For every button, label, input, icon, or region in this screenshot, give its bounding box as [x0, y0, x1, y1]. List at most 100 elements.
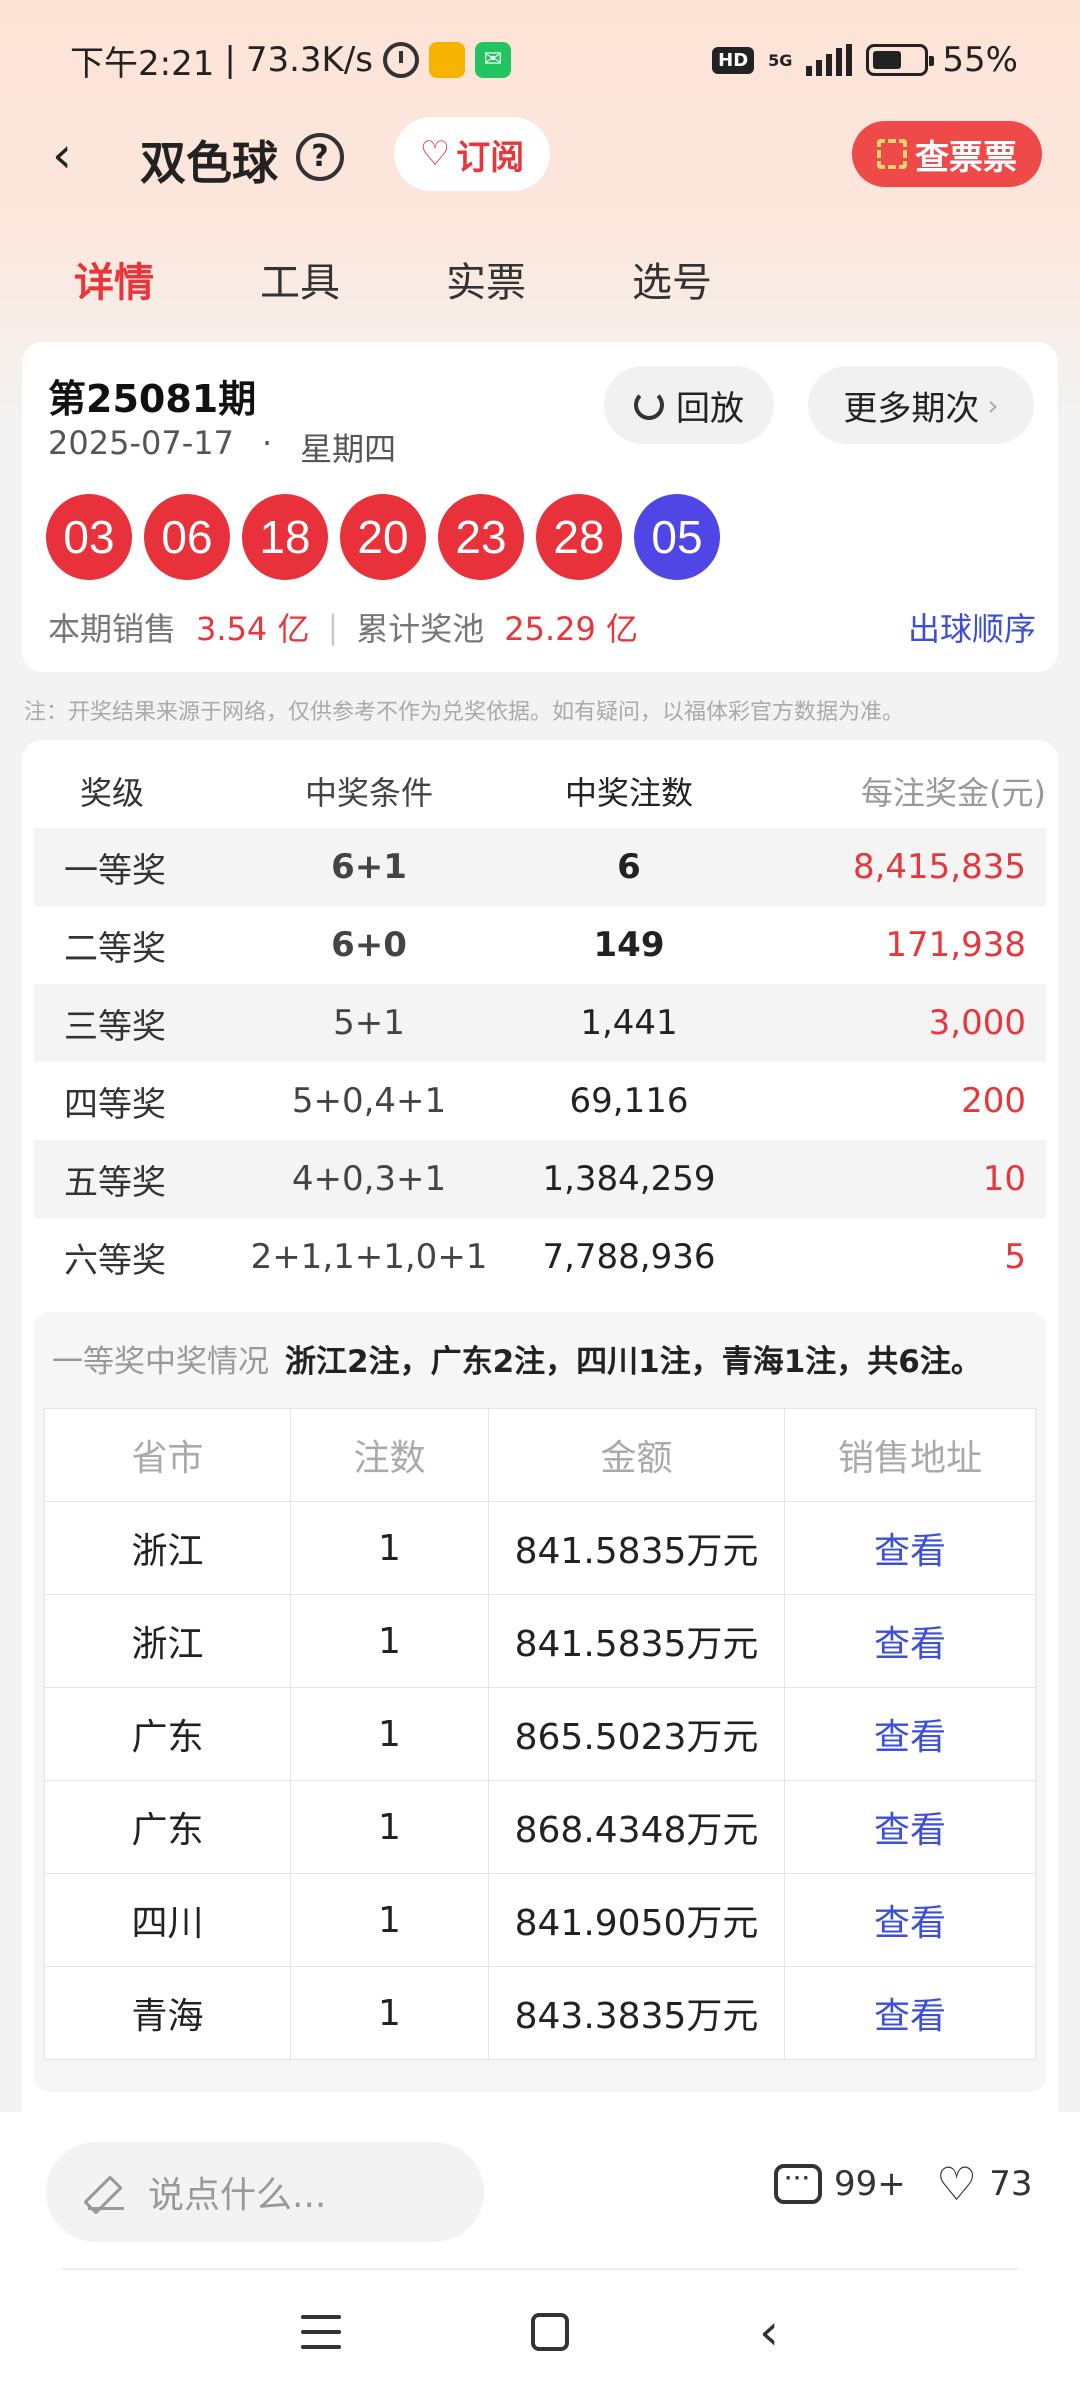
- prize-count: 69,116: [569, 1081, 689, 1121]
- prize-count: 6: [617, 847, 641, 887]
- tab-tools[interactable]: 工具: [260, 250, 340, 308]
- prize-row: 四等奖 5+0,4+1 69,116 200: [34, 1062, 1046, 1140]
- winner-amount: 841.9050万元: [488, 1873, 785, 1967]
- like-count: 73: [989, 2164, 1033, 2204]
- nav-back-icon[interactable]: ‹: [759, 2307, 779, 2357]
- comment-input[interactable]: 说点什么...: [46, 2142, 484, 2242]
- prize-amount: 10: [982, 1159, 1026, 1199]
- winner-amount: 841.5835万元: [488, 1594, 785, 1688]
- prize-level: 六等奖: [64, 1240, 166, 1281]
- view-address-link[interactable]: 查看: [784, 1594, 1036, 1688]
- winner-count: 1: [290, 1594, 489, 1688]
- more-issues-button[interactable]: 更多期次 ›: [808, 366, 1034, 444]
- view-address-link[interactable]: 查看: [784, 1873, 1036, 1967]
- prize-level: 一等奖: [64, 850, 166, 891]
- like-button[interactable]: ♡ 73: [936, 2157, 1033, 2211]
- comment-count-button[interactable]: ··· 99+: [774, 2164, 906, 2204]
- header-province: 省市: [44, 1408, 291, 1502]
- network-label: 5G: [768, 50, 793, 70]
- check-ticket-button[interactable]: 查票票: [852, 121, 1042, 187]
- signal-icon: [806, 44, 853, 76]
- date-separator: ·: [261, 424, 273, 462]
- prize-condition: 6+1: [331, 847, 407, 887]
- subscribe-label: 订阅: [456, 137, 525, 178]
- blue-ball: 05: [634, 494, 720, 580]
- sales-label: 本期销售: [48, 610, 177, 648]
- winner-amount: 865.5023万元: [488, 1687, 785, 1781]
- scan-icon: [877, 139, 907, 169]
- back-icon[interactable]: ‹: [52, 130, 72, 180]
- system-nav-bar: ‹: [0, 2307, 1080, 2357]
- issue-number: 第25081期: [48, 377, 257, 421]
- prize-amount: 8,415,835: [852, 847, 1026, 887]
- prize-card: 奖级 中奖条件 中奖注数 每注奖金(元) 一等奖 6+1 6 8,415,835…: [22, 740, 1058, 2120]
- tab-details[interactable]: 详情: [74, 250, 154, 308]
- winner-row: 四川 1 841.9050万元 查看: [44, 1873, 1036, 1967]
- winner-amount: 841.5835万元: [488, 1501, 785, 1595]
- winner-count: 1: [290, 1873, 489, 1967]
- header-count: 注数: [290, 1408, 489, 1502]
- view-address-link[interactable]: 查看: [784, 1780, 1036, 1874]
- help-icon[interactable]: ?: [296, 133, 344, 181]
- menu-icon[interactable]: [301, 2315, 341, 2349]
- winner-province: 浙江: [44, 1594, 291, 1688]
- tab-real-tickets[interactable]: 实票: [446, 250, 526, 308]
- header-count: 中奖注数: [564, 774, 693, 812]
- red-ball: 20: [340, 494, 426, 580]
- app-icon: [429, 42, 465, 78]
- view-address-link[interactable]: 查看: [784, 1966, 1036, 2060]
- replay-button[interactable]: 回放: [604, 366, 774, 444]
- prize-amount: 200: [961, 1081, 1026, 1121]
- red-ball: 06: [144, 494, 230, 580]
- ball-order-link[interactable]: 出球顺序: [908, 604, 1036, 650]
- prize-row: 三等奖 5+1 1,441 3,000: [34, 984, 1046, 1062]
- prize-condition: 2+1,1+1,0+1: [250, 1237, 488, 1277]
- winner-province: 青海: [44, 1966, 291, 2060]
- prize-count: 1,384,259: [542, 1159, 716, 1199]
- replay-icon: [634, 390, 664, 420]
- winner-province: 广东: [44, 1687, 291, 1781]
- tab-pick-numbers[interactable]: 选号: [632, 250, 712, 308]
- battery-level: 55%: [942, 40, 1018, 80]
- prize-condition: 5+0,4+1: [291, 1081, 447, 1121]
- view-address-link[interactable]: 查看: [784, 1501, 1036, 1595]
- prize-condition: 5+1: [333, 1003, 405, 1043]
- home-icon[interactable]: [531, 2313, 569, 2351]
- comment-icon: ···: [774, 2164, 822, 2204]
- winner-count: 1: [290, 1501, 489, 1595]
- comment-count: 99+: [834, 2164, 906, 2204]
- prize-amount: 171,938: [885, 925, 1026, 965]
- view-address-link[interactable]: 查看: [784, 1687, 1036, 1781]
- draw-date: 2025-07-17 · 星期四: [48, 424, 396, 470]
- winner-count: 1: [290, 1966, 489, 2060]
- pool-value: 25.29 亿: [504, 610, 639, 648]
- prize-amount: 3,000: [928, 1003, 1026, 1043]
- heart-icon: ♡: [936, 2157, 978, 2211]
- comment-placeholder: 说点什么...: [148, 2175, 327, 2216]
- prize-amount: 5: [1004, 1237, 1026, 1277]
- header-amount: 每注奖金(元): [861, 774, 1046, 812]
- winner-province: 浙江: [44, 1501, 291, 1595]
- hd-icon: HD: [712, 46, 755, 74]
- replay-label: 回放: [676, 388, 744, 429]
- prize-count: 1,441: [580, 1003, 678, 1043]
- prize-count: 149: [593, 925, 665, 965]
- status-bar: 下午2:21 | 73.3K/s ✉ HD 5G 55%: [70, 30, 1018, 90]
- draw-result-card: 第25081期 2025-07-17 · 星期四 回放 更多期次 › 03 06…: [22, 342, 1058, 672]
- winner-province: 广东: [44, 1780, 291, 1874]
- subscribe-button[interactable]: ♡ 订阅: [394, 117, 550, 191]
- red-ball: 03: [46, 494, 132, 580]
- winner-row: 青海 1 843.3835万元 查看: [44, 1966, 1036, 2060]
- sales-divider: |: [327, 608, 339, 646]
- prize-condition: 6+0: [331, 925, 407, 965]
- first-prize-label: 一等奖中奖情况: [52, 1344, 269, 1380]
- winner-amount: 868.4348万元: [488, 1780, 785, 1874]
- battery-icon: [866, 44, 935, 76]
- sales-info: 本期销售 3.54 亿 | 累计奖池 25.29 亿: [48, 604, 638, 650]
- prize-row: 一等奖 6+1 6 8,415,835: [34, 828, 1046, 906]
- prize-table: 奖级 中奖条件 中奖注数 每注奖金(元) 一等奖 6+1 6 8,415,835…: [34, 754, 1046, 1296]
- bottom-bar: 说点什么... ··· 99+ ♡ 73 ‹: [0, 2112, 1080, 2400]
- prize-row: 五等奖 4+0,3+1 1,384,259 10: [34, 1140, 1046, 1218]
- winning-numbers: 03 06 18 20 23 28 05: [46, 494, 720, 580]
- header-address: 销售地址: [784, 1408, 1036, 1502]
